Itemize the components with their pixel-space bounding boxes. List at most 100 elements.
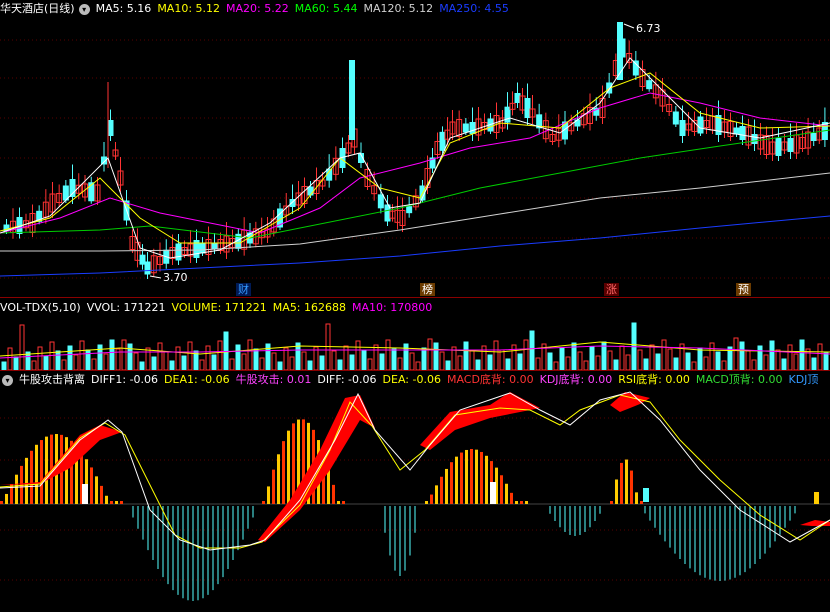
volume-bar — [427, 338, 433, 370]
indicator-bar — [525, 501, 528, 504]
volume-bar — [559, 347, 565, 370]
volume-bar — [439, 351, 445, 370]
volume-bar — [751, 359, 757, 370]
volume-bar — [745, 350, 751, 370]
volume-bar — [619, 345, 625, 370]
volume-bar — [685, 352, 691, 370]
indicator-bar — [445, 468, 448, 504]
legend-item: MA5: 162688 — [272, 301, 347, 314]
volume-bar — [55, 350, 61, 370]
volume-bar — [211, 354, 217, 370]
volume-bar — [649, 344, 655, 370]
volume-bar — [535, 357, 541, 370]
volume-bar — [763, 354, 769, 370]
indicator-bar — [120, 501, 123, 504]
candle-body — [211, 242, 218, 250]
legend-item: MA5: 5.16 — [95, 2, 152, 15]
settings-circle-icon[interactable]: ▾ — [78, 3, 90, 15]
legend-item: VOLUME: 171221 — [171, 301, 267, 314]
volume-bar — [289, 356, 295, 370]
volume-bar — [37, 346, 43, 370]
indicator-bar — [287, 430, 290, 504]
stock-title[interactable]: 华天酒店(日线) — [0, 2, 75, 15]
marker-cai[interactable]: 财 — [236, 283, 251, 296]
marker-yu[interactable]: 预 — [736, 283, 751, 296]
volume-bar — [139, 361, 145, 370]
indicator-bar — [110, 501, 113, 504]
volume-bar — [697, 347, 703, 370]
volume-bar — [253, 348, 259, 370]
volume-bar — [61, 359, 67, 370]
indicator-legend: DIFF1: -0.06 DEA1: -0.06 牛股攻击: 0.01 DIFF: -… — [91, 373, 824, 386]
volume-bar — [469, 350, 475, 370]
macd-red-area — [420, 392, 540, 450]
volume-bar — [43, 355, 49, 370]
volume-bar — [703, 356, 709, 370]
marker-zhang[interactable]: 涨 — [604, 283, 619, 296]
candle-body — [307, 186, 314, 196]
marker-bang[interactable]: 榜 — [420, 283, 435, 296]
volume-bar — [613, 359, 619, 370]
volume-bar — [337, 359, 343, 370]
indicator-bar — [630, 470, 633, 504]
indicator-bar — [425, 501, 428, 504]
volume-bar — [493, 340, 499, 370]
indicator-bar — [440, 476, 443, 504]
candle-body — [733, 127, 740, 135]
volume-bar — [331, 350, 337, 370]
volume-bar — [235, 344, 241, 370]
candle-body — [787, 138, 794, 152]
volume-bar — [691, 361, 697, 370]
settings-circle-icon[interactable]: ▾ — [2, 374, 13, 386]
volume-bar — [655, 353, 661, 370]
volume-bar — [457, 355, 463, 370]
indicator-bar — [435, 485, 438, 504]
indicator-bar — [292, 423, 295, 504]
volume-bar — [277, 361, 283, 370]
indicator-bar — [635, 492, 638, 504]
indicator-bar — [45, 436, 48, 504]
volume-bar — [271, 352, 277, 370]
indicator-bar — [277, 454, 280, 504]
volume-bar — [415, 361, 421, 370]
volume-bar — [733, 337, 739, 370]
volume-bar — [739, 341, 745, 370]
high-pointer — [623, 23, 635, 29]
volume-bar — [391, 348, 397, 370]
volume-bar — [595, 355, 601, 370]
legend-item: 牛股攻击: 0.01 — [235, 373, 312, 386]
macd-red-area — [610, 392, 650, 412]
vol-ma5-line — [0, 341, 830, 357]
volume-bar — [409, 352, 415, 370]
volume-bar — [259, 357, 265, 370]
volume-bar — [811, 357, 817, 370]
indicator-bar — [455, 456, 458, 504]
candle-body — [672, 111, 679, 125]
indicator-title[interactable]: 牛股攻击背离 — [19, 373, 85, 386]
indicator-bar — [520, 501, 523, 504]
legend-item: MA120: 5.12 — [363, 2, 434, 15]
candle-body — [439, 131, 446, 151]
volume-bar — [577, 351, 583, 370]
price-chart[interactable]: 6.73 3.70 — [0, 18, 830, 298]
volume-bar — [379, 353, 385, 370]
volume-bar — [553, 361, 559, 370]
volume-bar — [349, 354, 355, 370]
indicator-bar — [450, 462, 453, 504]
volume-header: VOL-TDX(5,10) VVOL: 171221 VOLUME: 171221 M… — [0, 299, 830, 317]
indicator-header: ▾ 牛股攻击背离 DIFF1: -0.06 DEA1: -0.06 牛股攻击: 0.01… — [0, 371, 830, 389]
volume-bar — [529, 330, 535, 370]
indicator-bar — [327, 468, 330, 504]
volume-bar — [205, 345, 211, 370]
volume-chart[interactable] — [0, 318, 830, 370]
volume-bar — [643, 358, 649, 370]
indicator-chart[interactable] — [0, 390, 830, 612]
panel-separator[interactable] — [0, 297, 830, 298]
indicator-bar — [342, 501, 345, 504]
candle-body — [632, 60, 639, 76]
indicator-bar — [272, 469, 275, 504]
indicator-bar — [100, 485, 103, 504]
legend-item: DIFF: -0.06 — [317, 373, 377, 386]
volume-title[interactable]: VOL-TDX(5,10) — [0, 301, 81, 314]
volume-bar — [583, 360, 589, 370]
